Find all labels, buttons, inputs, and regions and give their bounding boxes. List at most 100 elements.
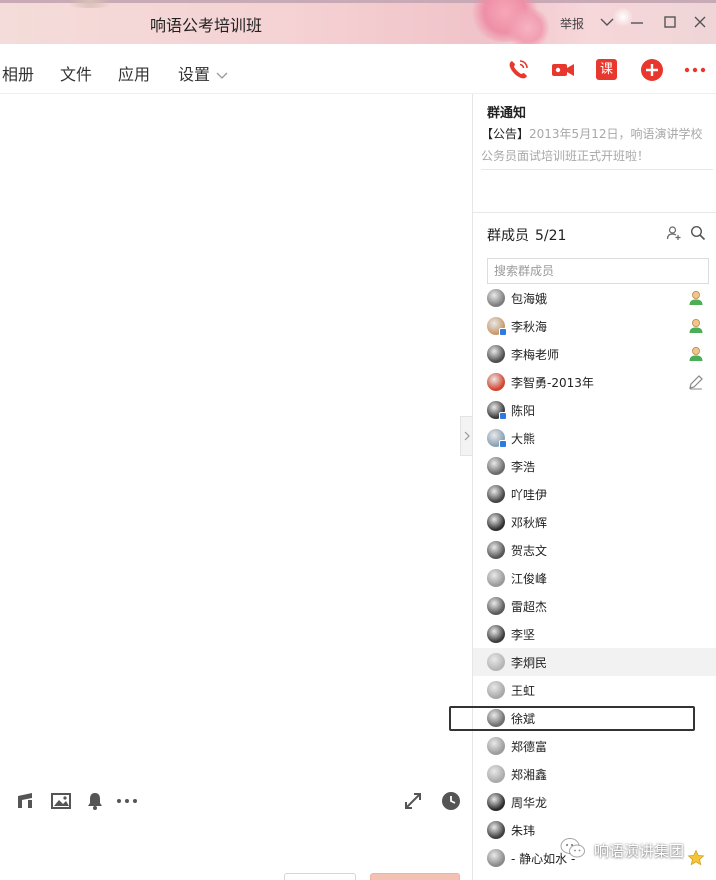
image-icon[interactable] — [50, 790, 72, 812]
avatar[interactable] — [487, 317, 507, 336]
panel-divider — [473, 212, 716, 213]
wechat-logo-icon — [560, 837, 586, 863]
member-search-input[interactable] — [487, 258, 709, 284]
tab-files[interactable]: 文件 — [60, 61, 92, 85]
member-row[interactable]: 郑德富 — [473, 732, 716, 760]
member-name: 李炯民 — [511, 655, 548, 670]
notice-content[interactable]: 【公告】2013年5月12日，响语演讲学校公务员面试培训班正式开班啦！ — [481, 123, 713, 170]
avatar[interactable] — [487, 653, 505, 671]
member-row[interactable]: 陈阳 — [473, 396, 716, 424]
member-row[interactable]: 江俊峰 — [473, 564, 716, 592]
member-row[interactable]: 雷超杰 — [473, 592, 716, 620]
member-name: 李梅老师 — [511, 347, 560, 362]
input-toolbar — [0, 790, 472, 820]
add-app-icon[interactable] — [640, 58, 664, 82]
device-status-icon — [499, 328, 507, 336]
members-header: 群成员 5/21 — [487, 225, 566, 245]
avatar[interactable] — [487, 373, 505, 391]
avatar[interactable] — [487, 821, 505, 839]
member-name: 雷超杰 — [511, 599, 548, 614]
admin-badge-icon — [687, 317, 705, 335]
chat-message-area[interactable] — [0, 94, 472, 880]
avatar[interactable] — [487, 793, 505, 811]
collapse-panel-handle[interactable] — [460, 416, 472, 456]
member-row[interactable]: 邓秋辉 — [473, 508, 716, 536]
device-status-icon — [499, 440, 507, 448]
member-name: 包海娥 — [511, 291, 548, 306]
member-row[interactable]: 吖哇伊 — [473, 480, 716, 508]
avatar[interactable] — [487, 345, 505, 363]
member-row[interactable]: 贺志文 — [473, 536, 716, 564]
member-name: 李浩 — [511, 459, 536, 474]
member-row[interactable]: 李坚 — [473, 620, 716, 648]
selection-highlight-box — [449, 706, 695, 731]
member-row[interactable]: 李炯民 — [473, 648, 716, 676]
watermark-text: 响语演讲集团 — [594, 841, 685, 860]
member-name: 周华龙 — [511, 795, 548, 810]
edit-icon[interactable] — [687, 373, 705, 391]
avatar[interactable] — [487, 485, 505, 503]
group-info-panel: 群通知 【公告】2013年5月12日，响语演讲学校公务员面试培训班正式开班啦！ … — [472, 94, 716, 880]
avatar[interactable] — [487, 681, 505, 699]
admin-badge-icon — [687, 345, 705, 363]
avatar[interactable] — [487, 289, 505, 307]
member-name: 王虹 — [511, 683, 536, 698]
avatar[interactable] — [487, 597, 505, 615]
member-row[interactable]: 李梅老师 — [473, 340, 716, 368]
avatar[interactable] — [487, 737, 505, 755]
member-name: 郑德富 — [511, 739, 548, 754]
members-title: 群成员 — [487, 228, 529, 244]
avatar[interactable] — [487, 765, 505, 783]
avatar[interactable] — [487, 569, 505, 587]
more-icon[interactable] — [683, 58, 707, 82]
chevron-down-icon[interactable] — [598, 12, 616, 32]
member-row[interactable]: 周华龙 — [473, 788, 716, 816]
more-tools-icon[interactable] — [115, 790, 137, 812]
window-title: 响语公考培训班 — [150, 16, 263, 35]
member-row[interactable]: 王虹 — [473, 676, 716, 704]
member-row[interactable]: 大熊 — [473, 424, 716, 452]
admin-badge-icon — [687, 289, 705, 307]
close-chat-button[interactable] — [284, 873, 356, 880]
tab-album[interactable]: 相册 — [2, 61, 34, 85]
send-button[interactable] — [370, 873, 460, 880]
music-icon[interactable] — [14, 790, 36, 812]
member-row[interactable]: 包海娥 — [473, 284, 716, 312]
star-icon — [687, 849, 705, 867]
avatar[interactable] — [487, 457, 505, 475]
member-list: 包海娥李秋海李梅老师李智勇-2013年 陈阳 大熊李浩吖哇伊邓秋辉贺志文江俊峰雷超杰… — [473, 284, 716, 872]
tab-settings[interactable]: 设置 — [178, 61, 210, 85]
member-row[interactable]: 李智勇-2013年 — [473, 368, 716, 396]
member-name: 邓秋辉 — [511, 515, 548, 530]
avatar[interactable] — [487, 401, 507, 420]
report-link[interactable]: 举报 — [560, 15, 584, 32]
member-row[interactable]: 李浩 — [473, 452, 716, 480]
video-call-icon[interactable] — [550, 58, 574, 82]
avatar[interactable] — [487, 513, 505, 531]
close-icon[interactable] — [691, 12, 709, 32]
course-icon[interactable]: 课 — [596, 59, 617, 80]
add-member-icon[interactable] — [666, 225, 682, 245]
member-row[interactable]: 郑湘鑫 — [473, 760, 716, 788]
maximize-icon[interactable] — [661, 12, 679, 32]
bell-icon[interactable] — [84, 790, 106, 812]
minimize-icon[interactable] — [628, 12, 646, 32]
history-clock-icon[interactable] — [440, 790, 462, 812]
settings-chevron-icon[interactable] — [216, 65, 228, 84]
member-row[interactable]: 李秋海 — [473, 312, 716, 340]
member-name: 江俊峰 — [511, 571, 548, 586]
member-name: 贺志文 — [511, 543, 548, 558]
notice-title: 群通知 — [487, 106, 527, 121]
decor-blossom — [60, 0, 120, 8]
avatar[interactable] — [487, 849, 505, 867]
avatar[interactable] — [487, 625, 505, 643]
expand-icon[interactable] — [402, 790, 424, 812]
avatar[interactable] — [487, 429, 507, 448]
decor-blossom — [505, 8, 551, 44]
search-icon[interactable] — [690, 225, 706, 245]
avatar[interactable] — [487, 541, 505, 559]
member-name: 朱玮 — [511, 823, 536, 838]
phone-call-icon[interactable] — [506, 58, 530, 82]
notice-tag: 【公告】 — [481, 127, 530, 141]
tab-apps[interactable]: 应用 — [118, 61, 150, 85]
